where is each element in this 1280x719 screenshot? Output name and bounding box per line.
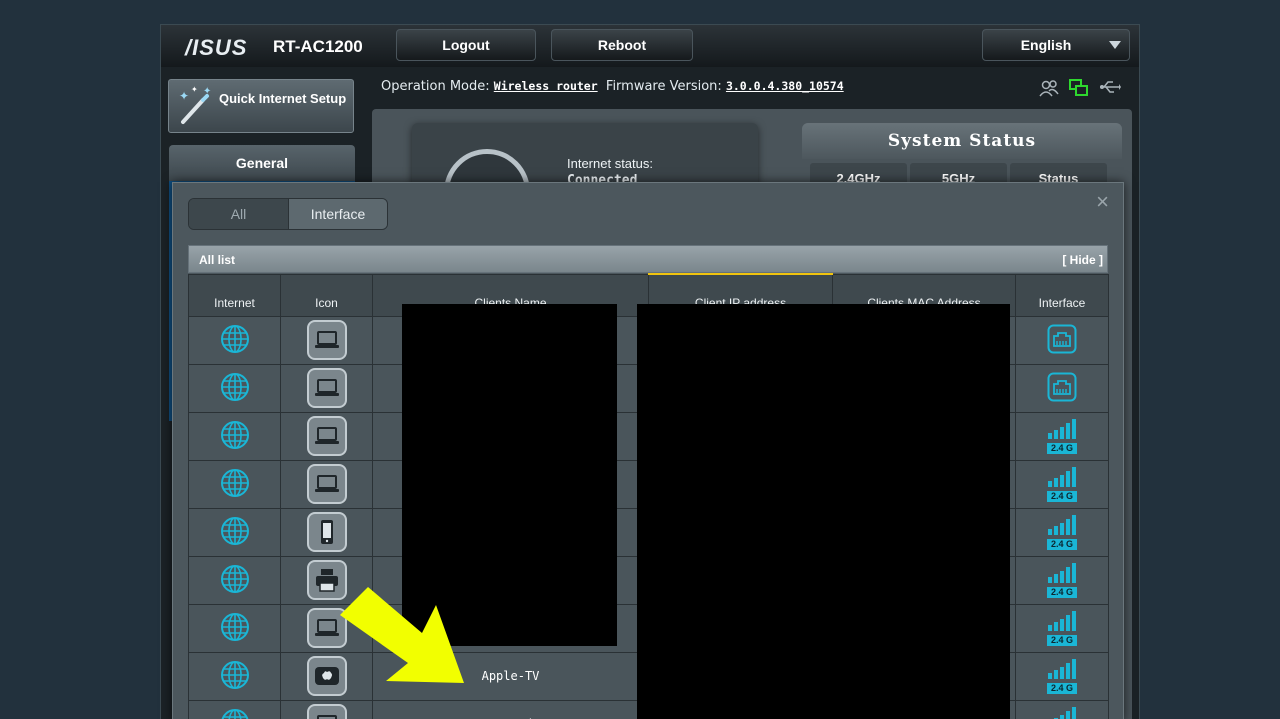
wifi-signal-icon: 2.4 G — [1047, 562, 1077, 598]
usb-icon[interactable] — [1099, 79, 1121, 95]
internet-cell — [188, 555, 281, 605]
client-name-cell[interactable]: MacBook — [372, 699, 649, 719]
internet-globe-icon[interactable] — [220, 516, 250, 546]
wifi-signal-icon: 2.4 G — [1047, 418, 1077, 454]
column-header-icon[interactable]: Icon — [280, 273, 373, 317]
internet-globe-icon[interactable] — [220, 372, 250, 402]
interface-cell: 2.4 G — [1015, 603, 1109, 653]
internet-globe-icon[interactable] — [220, 660, 250, 690]
view-toggle: All Interface — [188, 198, 388, 230]
internet-cell — [188, 363, 281, 413]
internet-cell — [188, 699, 281, 719]
interface-cell: 2.4 G — [1015, 555, 1109, 605]
laptop-icon[interactable] — [306, 704, 347, 719]
device-icon-cell — [280, 459, 373, 509]
logout-button[interactable]: Logout — [396, 29, 536, 61]
quick-internet-setup-label: Quick Internet Setup — [219, 91, 347, 106]
interface-cell: 2.4 G — [1015, 459, 1109, 509]
segment-interface[interactable]: Interface — [288, 199, 387, 229]
device-icon-cell — [280, 699, 373, 719]
operation-mode-link[interactable]: Wireless router — [494, 79, 598, 93]
column-header-interface[interactable]: Interface — [1015, 273, 1109, 317]
band-label: 2.4 G — [1047, 538, 1077, 550]
list-header: All list [ Hide ] — [188, 245, 1108, 273]
reboot-button[interactable]: Reboot — [551, 29, 693, 61]
quick-internet-setup-button[interactable]: ✦ ✦ ✦ Quick Internet Setup — [168, 79, 354, 133]
internet-cell — [188, 459, 281, 509]
laptop-icon[interactable] — [306, 320, 347, 360]
ethernet-icon — [1047, 372, 1077, 401]
svg-text:✦: ✦ — [179, 89, 189, 103]
system-status-title: System Status — [802, 123, 1122, 159]
magic-wand-icon: ✦ ✦ ✦ — [179, 86, 211, 124]
internet-status-label: Internet status: — [567, 156, 653, 171]
wifi-signal-icon: 2.4 G — [1047, 658, 1077, 694]
laptop-icon[interactable] — [306, 416, 347, 456]
band-label: 2.4 G — [1047, 634, 1077, 646]
client-name: Apple-TV — [481, 669, 540, 683]
operation-mode-line: Operation Mode: Wireless router Firmware… — [381, 79, 844, 94]
wifi-signal-icon: 2.4 G — [1047, 514, 1077, 550]
svg-text:✦: ✦ — [203, 86, 211, 97]
interface-cell — [1015, 363, 1109, 413]
device-icon-cell — [280, 507, 373, 557]
internet-globe-icon[interactable] — [220, 564, 250, 594]
interface-cell: 2.4 G — [1015, 699, 1109, 719]
internet-globe-icon[interactable] — [220, 420, 250, 450]
internet-globe-icon[interactable] — [220, 612, 250, 642]
wifi-signal-icon: 2.4 G — [1047, 466, 1077, 502]
band-label: 2.4 G — [1047, 442, 1077, 454]
band-label: 2.4 G — [1047, 586, 1077, 598]
internet-cell — [188, 507, 281, 557]
interface-cell: 2.4 G — [1015, 411, 1109, 461]
internet-cell — [188, 651, 281, 701]
internet-cell — [188, 603, 281, 653]
laptop-icon[interactable] — [306, 464, 347, 504]
language-label: English — [1020, 37, 1072, 53]
internet-globe-icon[interactable] — [220, 468, 250, 498]
column-header-internet[interactable]: Internet — [188, 273, 281, 317]
laptop-icon[interactable] — [306, 368, 347, 408]
language-select[interactable]: English — [982, 29, 1130, 61]
band-label: 2.4 G — [1047, 682, 1077, 694]
interface-cell — [1015, 315, 1109, 365]
internet-cell — [188, 315, 281, 365]
internet-cell — [188, 411, 281, 461]
wifi-signal-icon: 2.4 G — [1047, 706, 1077, 719]
ethernet-icon — [1047, 324, 1077, 353]
general-menu-header: General — [169, 145, 355, 181]
close-icon[interactable]: × — [1096, 189, 1109, 215]
internet-globe-icon[interactable] — [220, 324, 250, 354]
firmware-label: Firmware Version: — [605, 79, 722, 94]
list-title: All list — [199, 253, 236, 267]
interface-cell: 2.4 G — [1015, 507, 1109, 557]
top-bar: /ISUS RT-AC1200 Logout Reboot English — [161, 25, 1139, 67]
model-name: RT-AC1200 — [273, 37, 363, 56]
annotation-arrow — [340, 587, 464, 683]
interface-cell: 2.4 G — [1015, 651, 1109, 701]
redaction-box — [637, 304, 1010, 719]
caret-down-icon — [1109, 41, 1121, 49]
segment-all[interactable]: All — [189, 199, 288, 229]
internet-globe-icon[interactable] — [220, 708, 250, 719]
asus-logo: /ISUS — [185, 35, 248, 60]
users-icon[interactable] — [1039, 79, 1059, 97]
network-icon[interactable] — [1069, 79, 1089, 97]
operation-mode-label: Operation Mode: — [381, 79, 490, 94]
band-label: 2.4 G — [1047, 490, 1077, 502]
iphone-icon[interactable] — [306, 512, 347, 552]
device-icon-cell — [280, 411, 373, 461]
device-icon-cell — [280, 315, 373, 365]
firmware-link[interactable]: 3.0.0.4.380_10574 — [726, 79, 844, 93]
status-icons — [1039, 79, 1121, 97]
device-icon-cell — [280, 363, 373, 413]
wifi-signal-icon: 2.4 G — [1047, 610, 1077, 646]
hide-link[interactable]: [ Hide ] — [1062, 253, 1103, 267]
svg-text:✦: ✦ — [191, 86, 198, 94]
